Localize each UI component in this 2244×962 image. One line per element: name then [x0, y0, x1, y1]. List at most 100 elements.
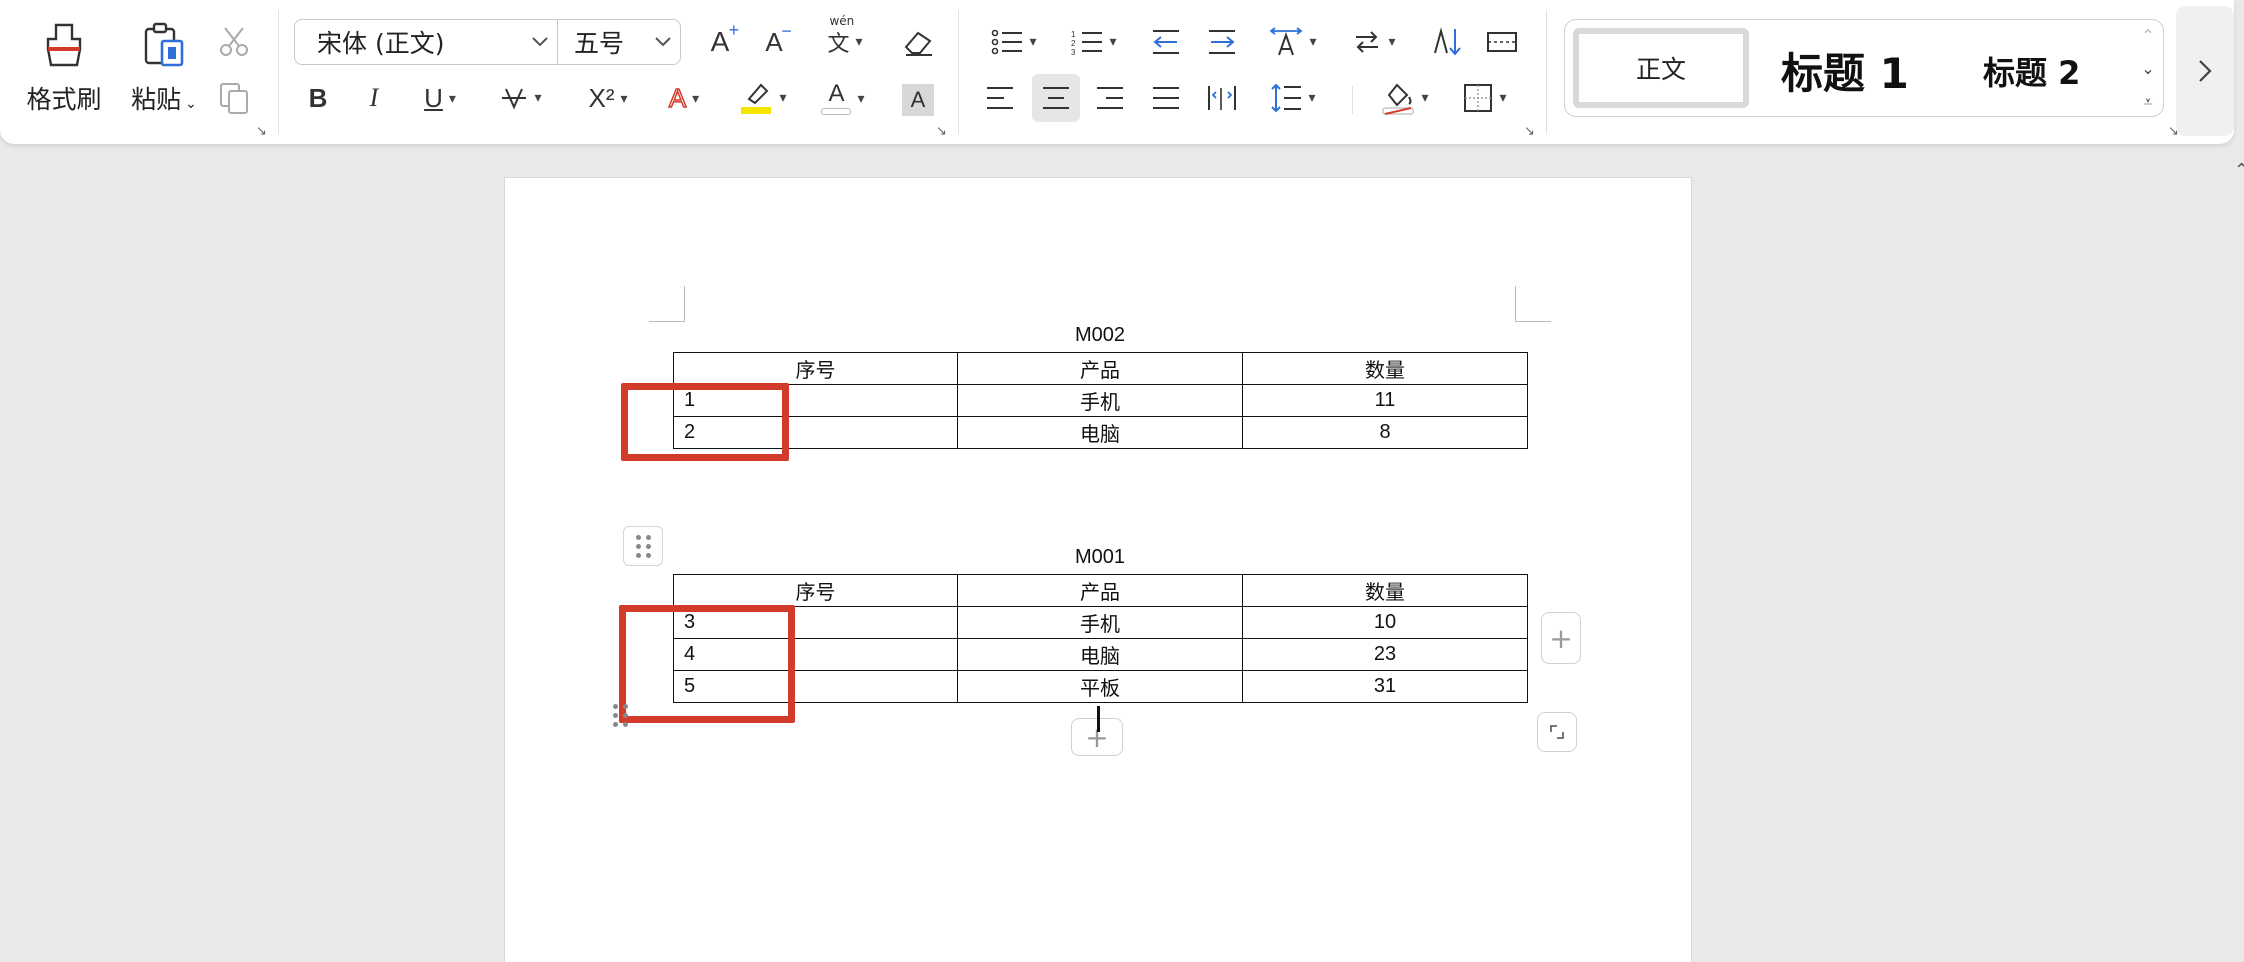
shading-button[interactable]: ▾: [1374, 76, 1436, 120]
table-resize-handle[interactable]: [1537, 712, 1577, 752]
font-name-value: 宋体 (正文): [317, 29, 445, 58]
more-styles-icon[interactable]: ⩡: [2143, 92, 2152, 112]
scroll-down-icon[interactable]: ⌄: [2141, 59, 2154, 78]
style-heading-1[interactable]: 标题 1: [1781, 40, 1909, 101]
distribute-button[interactable]: [1202, 76, 1242, 120]
font-dialog-launcher-icon[interactable]: ↘: [936, 124, 947, 139]
align-right-button[interactable]: [1090, 76, 1130, 120]
table-header-cell[interactable]: 数量: [1242, 352, 1528, 385]
format-painter-button[interactable]: 格式刷: [14, 16, 114, 116]
shrink-font-icon: A −: [765, 20, 792, 57]
styles-scroll: ⌃ ⌄ ⩡: [2137, 26, 2159, 112]
scroll-up-icon[interactable]: ⌃: [2141, 26, 2154, 45]
numbered-list-button[interactable]: 1 2 3 ▾: [1064, 20, 1124, 64]
decrease-indent-icon: [1153, 30, 1179, 54]
paint-bucket-icon: [1382, 83, 1415, 115]
chevron-down-icon: ▾: [1388, 34, 1396, 50]
align-left-button[interactable]: [980, 76, 1020, 120]
style-normal[interactable]: 正文: [1573, 28, 1749, 108]
chevron-down-icon: ▾: [620, 89, 628, 106]
cut-button[interactable]: [212, 20, 256, 64]
align-center-button[interactable]: [1032, 74, 1080, 122]
document-page[interactable]: M002 序号 产品 数量 1 手机 11 2 电脑 8 M001 序号 产品 …: [504, 177, 1692, 962]
group-divider: [958, 10, 959, 134]
chevron-down-icon: ▾: [779, 90, 787, 106]
ribbon-toolbar: 格式刷 粘贴 ⌄ ↘ 宋体 (正文) 五号 A + A − 文 wén ▾ B …: [0, 0, 2234, 144]
superscript-button[interactable]: X² ▾: [576, 76, 640, 120]
swap-arrows-icon: [1356, 31, 1379, 53]
bullet-list-button[interactable]: ▾: [984, 20, 1044, 64]
increase-indent-button[interactable]: [1202, 20, 1242, 64]
bold-button[interactable]: B: [300, 76, 336, 120]
decrease-indent-button[interactable]: [1146, 20, 1186, 64]
table-cell[interactable]: 10: [1242, 606, 1528, 639]
show-marks-button[interactable]: [1482, 20, 1522, 64]
italic-button[interactable]: I: [356, 76, 392, 120]
table-cell[interactable]: 手机: [957, 606, 1243, 639]
clear-formatting-button[interactable]: [898, 20, 938, 64]
bullet-list-icon: [992, 29, 1023, 55]
table-header-cell[interactable]: 序号: [673, 574, 958, 607]
table-select-handle[interactable]: [613, 704, 628, 727]
grow-font-icon: A +: [710, 20, 740, 57]
font-color-button[interactable]: A ▾: [812, 76, 874, 120]
text-flow-button[interactable]: ▾: [1344, 20, 1404, 64]
chevron-down-icon: ▾: [1309, 34, 1317, 50]
table-cell[interactable]: 电脑: [957, 416, 1243, 449]
justify-button[interactable]: [1146, 76, 1186, 120]
table-header-cell[interactable]: 产品: [957, 352, 1243, 385]
table-header-cell[interactable]: 产品: [957, 574, 1243, 607]
shrink-font-button[interactable]: A −: [754, 20, 794, 64]
drag-handle-icon: [635, 534, 651, 558]
character-shading-button[interactable]: A: [898, 78, 938, 122]
italic-icon: I: [369, 83, 379, 112]
copy-icon: [220, 83, 248, 114]
highlight-button[interactable]: ▾: [732, 76, 794, 120]
font-name-select[interactable]: 宋体 (正文): [294, 19, 558, 65]
data-table-m001[interactable]: 序号 产品 数量 3 手机 10 4 电脑 23 5 平板 31: [673, 574, 1528, 703]
font-size-value: 五号: [574, 29, 625, 58]
margin-corner-mark: [1515, 286, 1551, 322]
table-cell[interactable]: 8: [1242, 416, 1528, 449]
table-header-row: 序号 产品 数量: [673, 352, 1528, 385]
grow-font-button[interactable]: A +: [700, 20, 740, 64]
strikethrough-icon: [502, 88, 527, 110]
sort-button[interactable]: [1428, 20, 1468, 64]
phonetic-guide-icon: 文 wén: [827, 14, 855, 57]
text-effect-button[interactable]: A ▾: [654, 76, 714, 120]
table-cell[interactable]: 平板: [957, 670, 1243, 703]
chevron-down-icon: ▾: [534, 90, 542, 106]
table-header-cell[interactable]: 数量: [1242, 574, 1528, 607]
clipboard-dialog-launcher-icon[interactable]: ↘: [256, 124, 267, 139]
paste-button[interactable]: 粘贴 ⌄: [114, 16, 214, 116]
style-heading-2[interactable]: 标题 2: [1983, 48, 2080, 94]
line-spacing-icon: [1271, 83, 1302, 113]
add-column-button[interactable]: +: [1541, 612, 1581, 664]
table-cell[interactable]: 手机: [957, 384, 1243, 417]
borders-button[interactable]: ▾: [1454, 76, 1516, 120]
data-table-m002[interactable]: 序号 产品 数量 1 手机 11 2 电脑 8: [673, 352, 1528, 449]
table-move-handle[interactable]: [623, 526, 663, 566]
table-header-cell[interactable]: 序号: [673, 352, 958, 385]
table-cell[interactable]: 11: [1242, 384, 1528, 417]
table-row: 5 平板 31: [673, 670, 1528, 703]
strikethrough-button[interactable]: ▾: [490, 76, 552, 120]
chevron-down-icon: ▾: [1029, 34, 1037, 50]
paragraph-dialog-launcher-icon[interactable]: ↘: [1524, 124, 1535, 139]
ribbon-scroll-right-button[interactable]: [2176, 6, 2234, 136]
chevron-down-icon: [646, 36, 680, 48]
justify-icon: [1153, 87, 1179, 109]
text-direction-button[interactable]: ▾: [1262, 20, 1324, 64]
underline-button[interactable]: U ▾: [412, 76, 468, 120]
table-row: 1 手机 11: [673, 384, 1528, 417]
font-size-select[interactable]: 五号: [557, 19, 681, 65]
table-cell[interactable]: 23: [1242, 638, 1528, 671]
table-cell[interactable]: 31: [1242, 670, 1528, 703]
format-painter-label: 格式刷: [26, 85, 102, 114]
line-spacing-button[interactable]: ▾: [1262, 76, 1324, 120]
phonetic-guide-button[interactable]: 文 wén ▾: [812, 14, 878, 64]
copy-button[interactable]: [212, 76, 256, 120]
chevron-right-icon: [2199, 60, 2212, 82]
table-cell[interactable]: 电脑: [957, 638, 1243, 671]
chevron-down-icon: ▾: [1308, 90, 1316, 106]
